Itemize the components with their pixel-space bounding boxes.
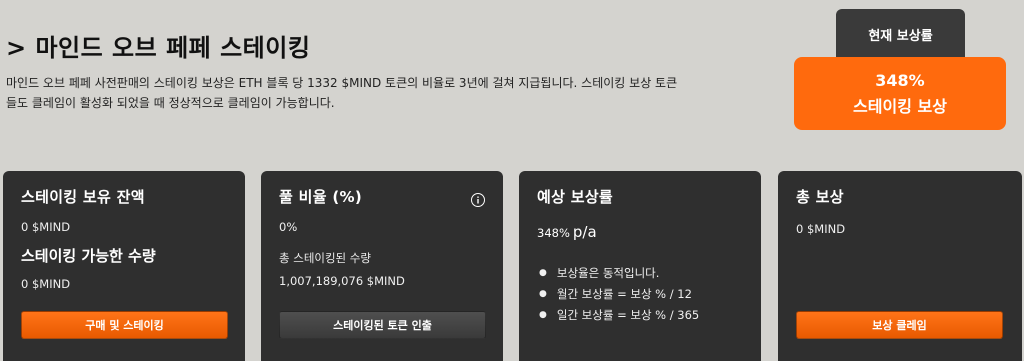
current-rate-percent: 348% <box>875 70 925 90</box>
rate-note-text: 월간 보상률 = 보상 % / 12 <box>556 286 692 301</box>
current-rate-tab: 현재 보상률 <box>836 9 965 59</box>
stakeable-amount-title: 스테이킹 가능한 수량 <box>21 247 156 265</box>
pool-ratio-title: 풀 비율 (%) <box>279 188 362 206</box>
pool-ratio-card: 풀 비율 (%) 0% 총 스테이킹된 수량 1,007,189,076 $MI… <box>261 171 503 361</box>
current-rate-label: 스테이킹 보상 <box>853 96 947 116</box>
total-rewards-card: 총 보상 0 $MIND 보상 클레임 <box>778 171 1022 361</box>
staking-balance-title: 스테이킹 보유 잔액 <box>21 188 145 206</box>
stakeable-amount-value: 0 $MIND <box>21 277 71 291</box>
list-item: ● 보상율은 동적입니다. <box>539 265 660 280</box>
expected-rate-value: 348% p/a <box>537 223 597 241</box>
withdraw-staked-button[interactable]: 스테이킹된 토큰 인출 <box>279 311 486 339</box>
total-rewards-value: 0 $MIND <box>796 222 846 236</box>
page-title: > 마인드 오브 페페 스테이킹 <box>6 34 311 62</box>
expected-rate-title: 예상 보상률 <box>537 188 614 206</box>
total-staked-value: 1,007,189,076 $MIND <box>279 274 405 288</box>
expected-rate-percent: 348% <box>537 226 570 240</box>
pool-ratio-value: 0% <box>279 220 298 234</box>
list-item: ● 월간 보상률 = 보상 % / 12 <box>539 286 692 301</box>
rate-notes-list: ● 보상율은 동적입니다. ● 월간 보상률 = 보상 % / 12 ● 일간 보상률… <box>537 262 699 325</box>
current-rate-box: 348% 스테이킹 보상 <box>794 57 1006 130</box>
expected-rate-unit: p/a <box>572 223 597 241</box>
staking-balance-card: 스테이킹 보유 잔액 0 $MIND 스테이킹 가능한 수량 0 $MIND 구… <box>3 171 245 361</box>
rate-note-text: 보상율은 동적입니다. <box>556 265 660 280</box>
staking-balance-value: 0 $MIND <box>21 220 71 234</box>
expected-rate-card: 예상 보상률 348% p/a ● 보상율은 동적입니다. ● 월간 보상률 = 보상… <box>519 171 761 361</box>
info-icon[interactable] <box>471 193 485 207</box>
claim-rewards-button[interactable]: 보상 클레임 <box>796 311 1003 339</box>
rate-note-text: 일간 보상률 = 보상 % / 365 <box>556 307 700 322</box>
total-staked-label: 총 스테이킹된 수량 <box>279 251 371 265</box>
buy-and-stake-button[interactable]: 구매 및 스테이킹 <box>21 311 228 339</box>
list-item: ● 일간 보상률 = 보상 % / 365 <box>539 307 700 322</box>
total-rewards-title: 총 보상 <box>796 188 844 206</box>
page-description: 마인드 오브 페페 사전판매의 스테이킹 보상은 ETH 블록 당 1332 $… <box>6 76 678 110</box>
